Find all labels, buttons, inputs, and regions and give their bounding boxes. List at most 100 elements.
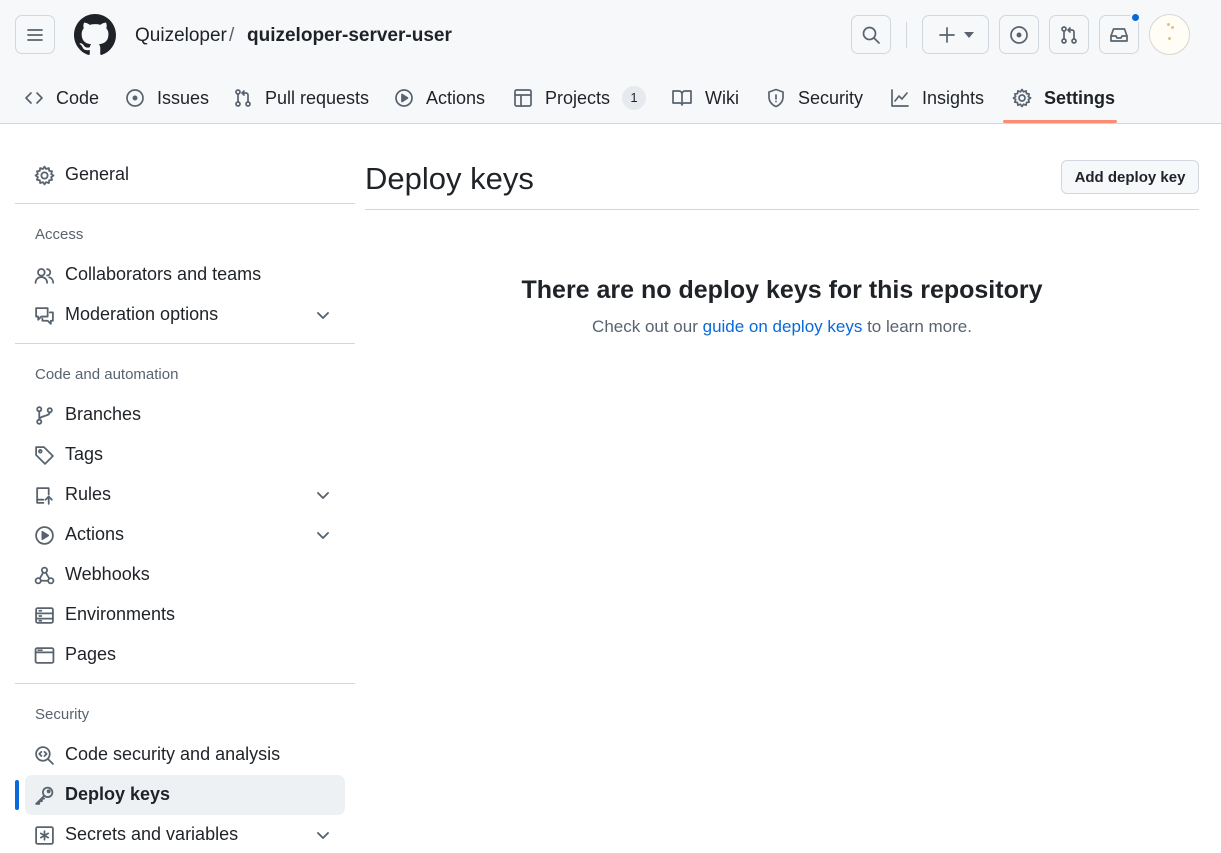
app-header: Quizeloper / quizeloper-server-user Code… (0, 0, 1221, 124)
repo-push-icon (34, 485, 55, 506)
sidebar-item-pages[interactable]: Pages (25, 635, 345, 675)
sidebar-item-code-security[interactable]: Code security and analysis (25, 735, 345, 775)
notification-indicator (1130, 12, 1141, 23)
tab-security[interactable]: Security (766, 73, 863, 123)
sidebar-item-label: Secrets and variables (65, 824, 239, 844)
tab-label: Actions (426, 87, 486, 108)
sidebar-divider (15, 203, 355, 204)
tab-actions[interactable]: Actions (394, 73, 485, 123)
blankslate-description: Check out our guide on deploy keys to le… (365, 316, 1199, 338)
title-divider (365, 209, 1199, 210)
chevron-down-icon[interactable] (315, 827, 331, 848)
issue-opened-icon (126, 89, 144, 107)
tab-label: Issues (157, 87, 210, 108)
blankslate-heading: There are no deploy keys for this reposi… (521, 276, 1043, 304)
breadcrumb-repo[interactable]: quizeloper-server-user (247, 24, 452, 48)
book-icon (672, 90, 692, 106)
sidebar-heading-security: Security (35, 706, 90, 723)
sidebar-item-label: Branches (65, 404, 142, 424)
sidebar-item-webhooks[interactable]: Webhooks (25, 555, 345, 595)
codescan-icon (34, 745, 55, 766)
breadcrumb-separator: / (229, 25, 235, 46)
sidebar-heading-access: Access (35, 226, 84, 243)
git-pull-request-icon (1061, 25, 1077, 44)
sidebar-item-environments[interactable]: Environments (25, 595, 345, 635)
chevron-down-icon[interactable] (315, 527, 331, 548)
tab-wiki[interactable]: Wiki (671, 73, 739, 123)
your-pull-requests-button[interactable] (1049, 15, 1089, 54)
gear-icon (34, 165, 55, 186)
table-icon (514, 89, 532, 107)
search-button[interactable] (851, 15, 891, 54)
add-deploy-key-button[interactable]: Add deploy key (1061, 160, 1199, 194)
tab-label: Projects (545, 87, 611, 108)
breadcrumb-owner[interactable]: Quizeloper (135, 24, 227, 48)
chevron-down-icon[interactable] (315, 487, 331, 508)
sidebar-item-tags[interactable]: Tags (25, 435, 345, 475)
inbox-icon (1110, 27, 1128, 42)
selected-indicator (15, 780, 19, 810)
user-avatar[interactable] (1149, 14, 1190, 55)
shield-icon (768, 88, 784, 108)
tab-label: Settings (1044, 87, 1116, 108)
issue-opened-icon (1010, 25, 1028, 44)
sidebar-item-collaborators[interactable]: Collaborators and teams (25, 255, 345, 295)
graph-icon (891, 89, 909, 107)
blankslate-suffix: to learn more. (862, 317, 972, 336)
header-divider (906, 22, 907, 48)
key-asterisk-icon (34, 825, 55, 846)
tab-label: Wiki (705, 87, 739, 108)
repo-nav-tabs: Code Issues Pull requests Actions Projec… (0, 73, 1221, 123)
sidebar-item-deploy-keys[interactable]: Deploy keys (25, 775, 345, 815)
tab-label: Security (798, 87, 864, 108)
active-tab-indicator (1003, 120, 1117, 123)
sidebar-item-label: Environments (65, 604, 176, 624)
play-icon (395, 89, 413, 107)
sidebar-item-actions[interactable]: Actions (25, 515, 345, 555)
sidebar-heading-code-automation: Code and automation (35, 366, 179, 383)
tab-pull-requests[interactable]: Pull requests (233, 73, 369, 123)
projects-count-badge: 1 (622, 86, 647, 110)
browser-icon (34, 645, 55, 666)
plus-icon (938, 26, 955, 43)
tab-label: Insights (922, 87, 985, 108)
sidebar-item-moderation[interactable]: Moderation options (25, 295, 345, 335)
sidebar-divider (15, 343, 355, 344)
sidebar-item-label: Tags (65, 444, 104, 464)
sidebar-item-label: Rules (65, 484, 112, 504)
sidebar-item-label: General (65, 164, 130, 184)
tab-projects[interactable]: Projects 1 (513, 73, 647, 123)
sidebar-item-secrets[interactable]: Secrets and variables (25, 815, 345, 853)
git-pull-request-icon (235, 89, 251, 107)
tab-code[interactable]: Code (24, 73, 99, 123)
sidebar-item-label: Moderation options (65, 304, 219, 324)
sidebar-item-label: Pages (65, 644, 117, 664)
people-icon (34, 265, 55, 286)
github-logo[interactable] (74, 14, 116, 56)
sidebar-item-label: Actions (65, 524, 125, 544)
comment-discussion-icon (34, 305, 55, 326)
gear-icon (1012, 88, 1032, 108)
sidebar-item-general[interactable]: General (25, 155, 345, 195)
server-icon (34, 605, 55, 626)
sidebar-divider (15, 683, 355, 684)
webhook-icon (34, 565, 55, 586)
blankslate-prefix: Check out our (592, 317, 703, 336)
tag-icon (34, 445, 55, 466)
your-issues-button[interactable] (999, 15, 1039, 54)
tab-issues[interactable]: Issues (125, 73, 209, 123)
code-icon (25, 92, 43, 104)
tab-settings[interactable]: Settings (1012, 73, 1115, 123)
menu-icon (27, 28, 43, 41)
create-new-button[interactable] (922, 15, 989, 54)
tab-insights[interactable]: Insights (890, 73, 984, 123)
sidebar-item-rules[interactable]: Rules (25, 475, 345, 515)
chevron-down-icon[interactable] (315, 307, 331, 328)
tab-label: Code (56, 87, 100, 108)
sidebar-item-label: Deploy keys (65, 784, 171, 804)
menu-button[interactable] (15, 15, 55, 54)
sidebar-item-label: Code security and analysis (65, 744, 281, 764)
deploy-keys-guide-link[interactable]: guide on deploy keys (703, 317, 863, 336)
triangle-down-icon (963, 31, 974, 38)
sidebar-item-branches[interactable]: Branches (25, 395, 345, 435)
